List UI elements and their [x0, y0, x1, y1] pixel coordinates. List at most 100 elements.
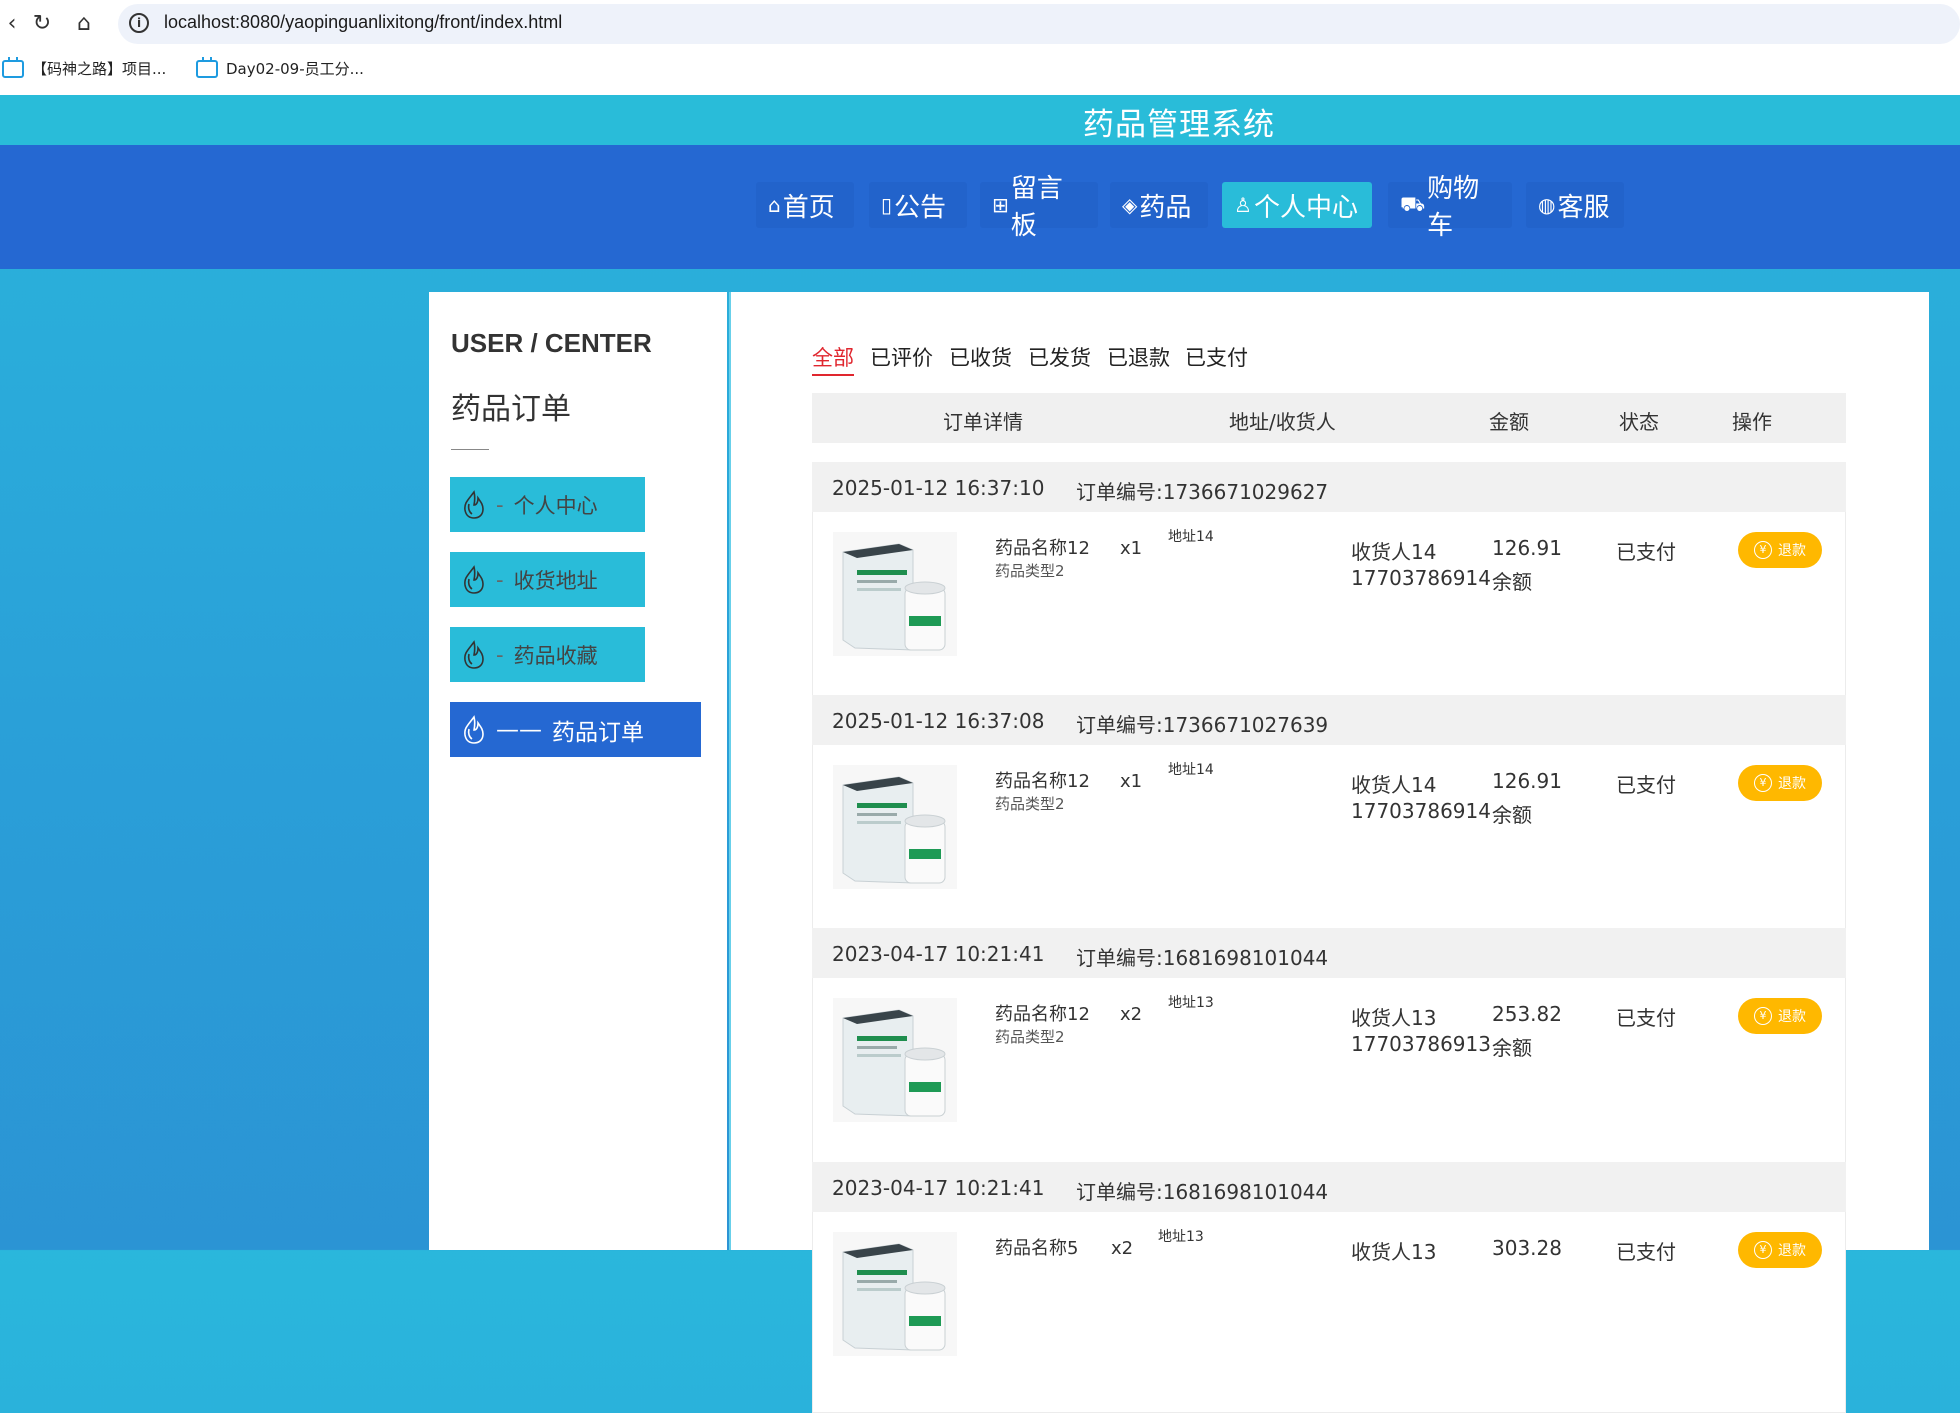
nav-home[interactable]: ⌂ 首页: [756, 182, 854, 228]
address-row: ‹ ↻ ⌂ i localhost:8080/yaopinguanlixiton…: [0, 0, 1960, 48]
order-body: [812, 1212, 1846, 1413]
url-text[interactable]: localhost:8080/yaopinguanlixitong/front/…: [164, 12, 562, 33]
payment-method: 余额: [1492, 803, 1532, 827]
order-number: 订单编号:1736671029627: [1076, 480, 1329, 504]
receiver-phone: 17703786913: [1351, 1032, 1491, 1056]
order-address: 地址13: [1158, 1229, 1204, 1245]
sidebar-item-favorites[interactable]: - 药品收藏: [450, 627, 645, 682]
home-icon: ⌂: [768, 193, 781, 217]
cart-icon: ⛟: [1400, 191, 1426, 216]
nav-service[interactable]: ◍ 客服: [1526, 182, 1624, 228]
sidebar-item-orders[interactable]: —— 药品订单: [450, 702, 701, 757]
column-order-detail: 订单详情: [943, 410, 1023, 434]
order-body: [812, 512, 1846, 726]
nav-notice[interactable]: ▯ 公告: [869, 182, 967, 228]
yen-icon: ¥: [1754, 774, 1772, 792]
bookmark-1[interactable]: 【码神之路】项目...: [2, 56, 166, 79]
tab-paid[interactable]: 已支付: [1185, 342, 1248, 372]
product-image[interactable]: [833, 765, 957, 889]
refund-button[interactable]: ¥ 退款: [1738, 765, 1822, 801]
order-date: 2023-04-17 10:21:41: [832, 942, 1045, 966]
order-amount: 126.91: [1492, 536, 1562, 560]
fire-icon: [464, 639, 484, 669]
nav-personal-center[interactable]: ♙ 个人中心: [1222, 182, 1372, 228]
order-status: 已支付: [1616, 1006, 1676, 1030]
receiver-phone: 17703786914: [1351, 566, 1491, 590]
payment-method: 余额: [1492, 570, 1532, 594]
order-amount: 253.82: [1492, 1002, 1562, 1026]
order-address: 地址14: [1168, 762, 1214, 778]
receiver-name: 收货人13: [1351, 1006, 1437, 1030]
product-name: 药品名称5: [995, 1238, 1079, 1259]
yen-icon: ¥: [1754, 541, 1772, 559]
order-number: 订单编号:1681698101044: [1076, 946, 1329, 970]
site-title-bar: [0, 95, 1960, 145]
tab-all[interactable]: 全部: [812, 342, 854, 376]
fire-icon: [464, 564, 484, 594]
bilibili-icon: [196, 56, 218, 78]
tab-received[interactable]: 已收货: [949, 342, 1012, 372]
receiver-phone: 17703786914: [1351, 799, 1491, 823]
order-status: 已支付: [1616, 773, 1676, 797]
product-type: 药品类型2: [995, 795, 1065, 813]
refund-button[interactable]: ¥ 退款: [1738, 998, 1822, 1034]
product-name: 药品名称12: [995, 771, 1090, 792]
layers-icon: ◈: [1122, 193, 1138, 217]
order-body: [812, 978, 1846, 1192]
reload-icon[interactable]: ↻: [30, 12, 54, 36]
order-status: 已支付: [1616, 540, 1676, 564]
nav-message-board[interactable]: ⊞ 留言板: [980, 174, 1098, 241]
yen-icon: ¥: [1754, 1241, 1772, 1259]
tab-reviewed[interactable]: 已评价: [870, 342, 933, 372]
info-icon[interactable]: i: [129, 13, 149, 33]
order-date: 2025-01-12 16:37:10: [832, 476, 1045, 500]
product-type: 药品类型2: [995, 562, 1065, 580]
column-amount: 金额: [1489, 410, 1529, 434]
tab-shipped[interactable]: 已发货: [1028, 342, 1091, 372]
order-amount: 126.91: [1492, 769, 1562, 793]
receiver-name: 收货人14: [1351, 773, 1437, 797]
yen-icon: ¥: [1754, 1007, 1772, 1025]
order-amount: 303.28: [1492, 1236, 1562, 1260]
divider: [451, 449, 489, 450]
wechat-icon: ◍: [1538, 193, 1556, 217]
column-status: 状态: [1619, 410, 1659, 434]
refund-button[interactable]: ¥ 退款: [1738, 532, 1822, 568]
tab-refunded[interactable]: 已退款: [1107, 342, 1170, 372]
order-number: 订单编号:1681698101044: [1076, 1180, 1329, 1204]
message-icon: ⊞: [992, 193, 1009, 217]
nav-medicine[interactable]: ◈ 药品: [1110, 182, 1208, 228]
bookmark-2[interactable]: Day02-09-员工分...: [196, 56, 364, 79]
product-quantity: x2: [1120, 1004, 1143, 1025]
receiver-name: 收货人13: [1351, 1240, 1437, 1264]
order-address: 地址13: [1168, 995, 1214, 1011]
product-quantity: x1: [1120, 771, 1143, 792]
notice-icon: ▯: [881, 193, 893, 217]
home-icon[interactable]: ⌂: [72, 12, 96, 36]
bilibili-icon: [2, 56, 24, 78]
order-status: 已支付: [1616, 1240, 1676, 1264]
back-icon[interactable]: ‹: [0, 12, 24, 36]
browser-toolbar: ‹ ↻ ⌂ i localhost:8080/yaopinguanlixiton…: [0, 0, 1960, 95]
column-action: 操作: [1732, 410, 1772, 434]
site-title: 药品管理系统: [1083, 107, 1275, 143]
product-image[interactable]: [833, 532, 957, 656]
order-date: 2025-01-12 16:37:08: [832, 709, 1045, 733]
product-name: 药品名称12: [995, 538, 1090, 559]
user-center-sidebar: [429, 292, 727, 1250]
product-image[interactable]: [833, 1232, 957, 1356]
product-image[interactable]: [833, 998, 957, 1122]
nav-cart[interactable]: ⛟ 购物车: [1388, 174, 1512, 241]
product-name: 药品名称12: [995, 1004, 1090, 1025]
sidebar-item-address[interactable]: - 收货地址: [450, 552, 645, 607]
fire-icon: [464, 714, 484, 744]
sidebar-item-personal-center[interactable]: - 个人中心: [450, 477, 645, 532]
payment-method: 余额: [1492, 1036, 1532, 1060]
order-number: 订单编号:1736671027639: [1076, 713, 1329, 737]
refund-button[interactable]: ¥ 退款: [1738, 1232, 1822, 1268]
product-type: 药品类型2: [995, 1028, 1065, 1046]
product-quantity: x2: [1111, 1238, 1134, 1259]
user-icon: ♙: [1234, 193, 1252, 217]
column-address: 地址/收货人: [1229, 410, 1336, 434]
fire-icon: [464, 489, 484, 519]
